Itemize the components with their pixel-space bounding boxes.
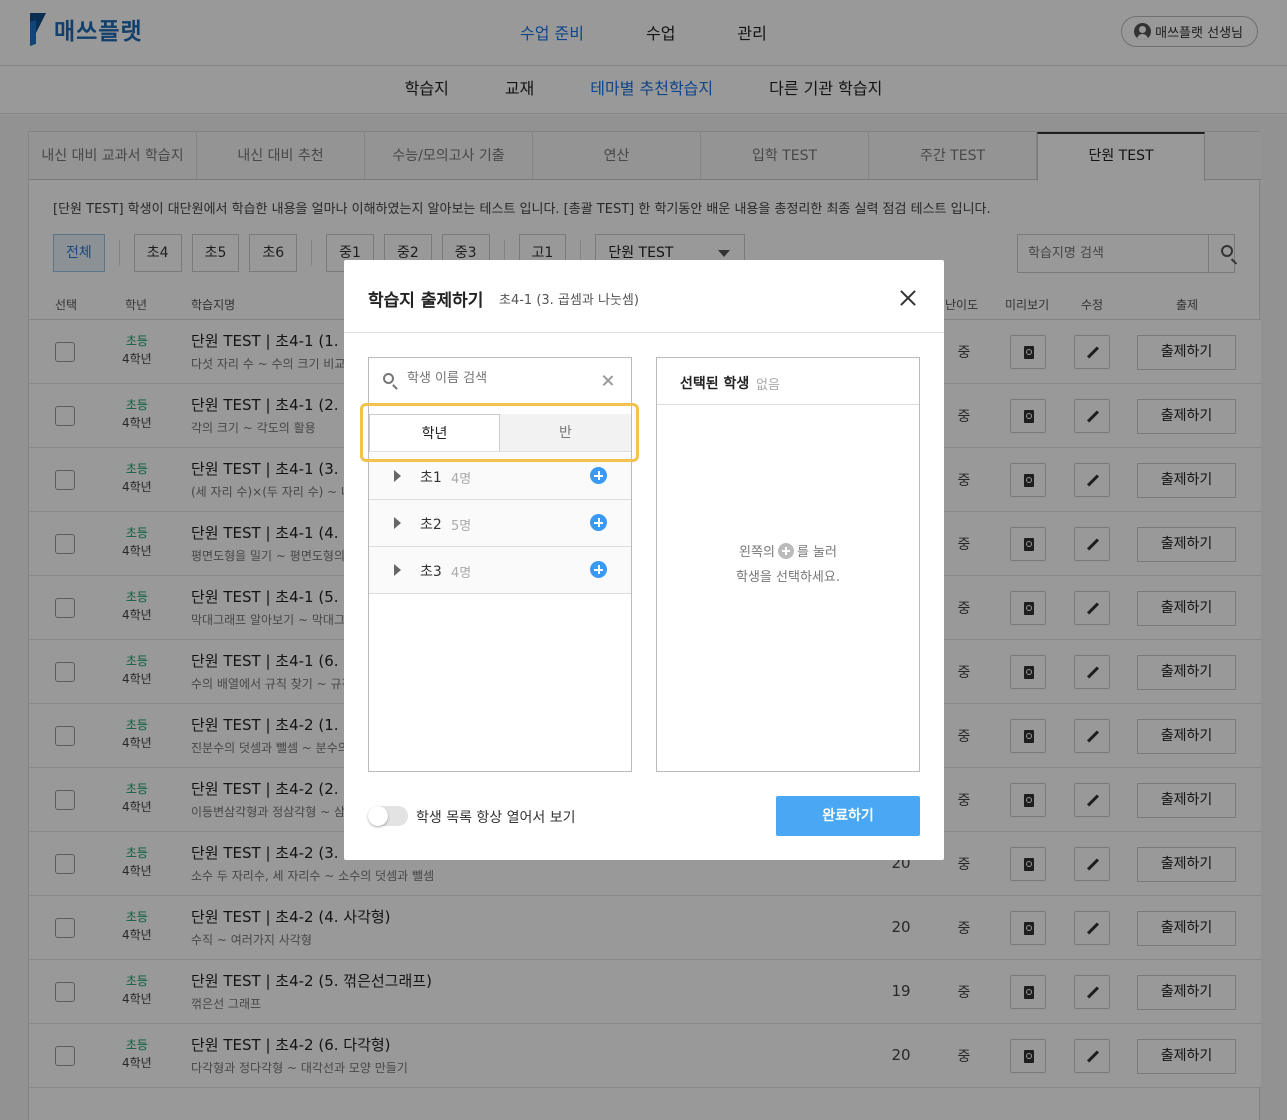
group-item[interactable]: 초3 4명 bbox=[369, 547, 631, 594]
selected-count: 없음 bbox=[756, 378, 780, 393]
expand-icon[interactable] bbox=[394, 517, 401, 529]
modal-title: 학습지 출제하기 bbox=[368, 291, 484, 311]
group-name: 초3 bbox=[420, 564, 442, 580]
empty-message: 왼쪽의 를 눌러 학생을 선택하세요. bbox=[657, 540, 919, 590]
clear-icon[interactable] bbox=[601, 374, 615, 388]
add-icon[interactable] bbox=[590, 514, 607, 531]
selected-header: 선택된 학생 없음 bbox=[657, 358, 919, 405]
group-name: 초2 bbox=[420, 517, 442, 533]
student-search bbox=[369, 358, 631, 404]
add-icon[interactable] bbox=[590, 467, 607, 484]
expand-icon[interactable] bbox=[394, 564, 401, 576]
add-icon[interactable] bbox=[590, 561, 607, 578]
selected-title: 선택된 학생 bbox=[680, 376, 750, 392]
group-item[interactable]: 초2 5명 bbox=[369, 500, 631, 547]
modal-subtitle: 초4-1 (3. 곱셈과 나눗셈) bbox=[499, 293, 639, 308]
empty-text: 왼쪽의 bbox=[739, 545, 775, 560]
always-open-toggle[interactable] bbox=[368, 806, 408, 826]
group-count: 4명 bbox=[451, 472, 472, 487]
page: 매쓰플랫 수업 준비 수업 관리 매쓰플랫 선생님 학습지 교재 테마별 추천학… bbox=[0, 0, 1287, 1120]
empty-text: 를 눌러 bbox=[796, 545, 837, 560]
group-count: 5명 bbox=[451, 519, 472, 534]
empty-text: 학생을 선택하세요. bbox=[736, 570, 840, 585]
highlight-box bbox=[360, 403, 639, 462]
search-icon bbox=[383, 373, 394, 384]
close-icon[interactable] bbox=[897, 287, 919, 309]
done-button[interactable]: 완료하기 bbox=[776, 796, 920, 836]
modal-header: 학습지 출제하기 초4-1 (3. 곱셈과 나눗셈) bbox=[344, 260, 944, 333]
student-search-input[interactable] bbox=[407, 371, 587, 386]
toggle-label: 학생 목록 항상 열어서 보기 bbox=[416, 810, 576, 826]
expand-icon[interactable] bbox=[394, 470, 401, 482]
selected-students-box: 선택된 학생 없음 왼쪽의 를 눌러 학생을 선택하세요. bbox=[656, 357, 920, 772]
plus-circle-icon bbox=[777, 543, 794, 559]
group-count: 4명 bbox=[451, 566, 472, 581]
publish-modal: 학습지 출제하기 초4-1 (3. 곱셈과 나눗셈) 학년 반 초1 4명 bbox=[344, 260, 944, 860]
group-name: 초1 bbox=[420, 470, 442, 486]
